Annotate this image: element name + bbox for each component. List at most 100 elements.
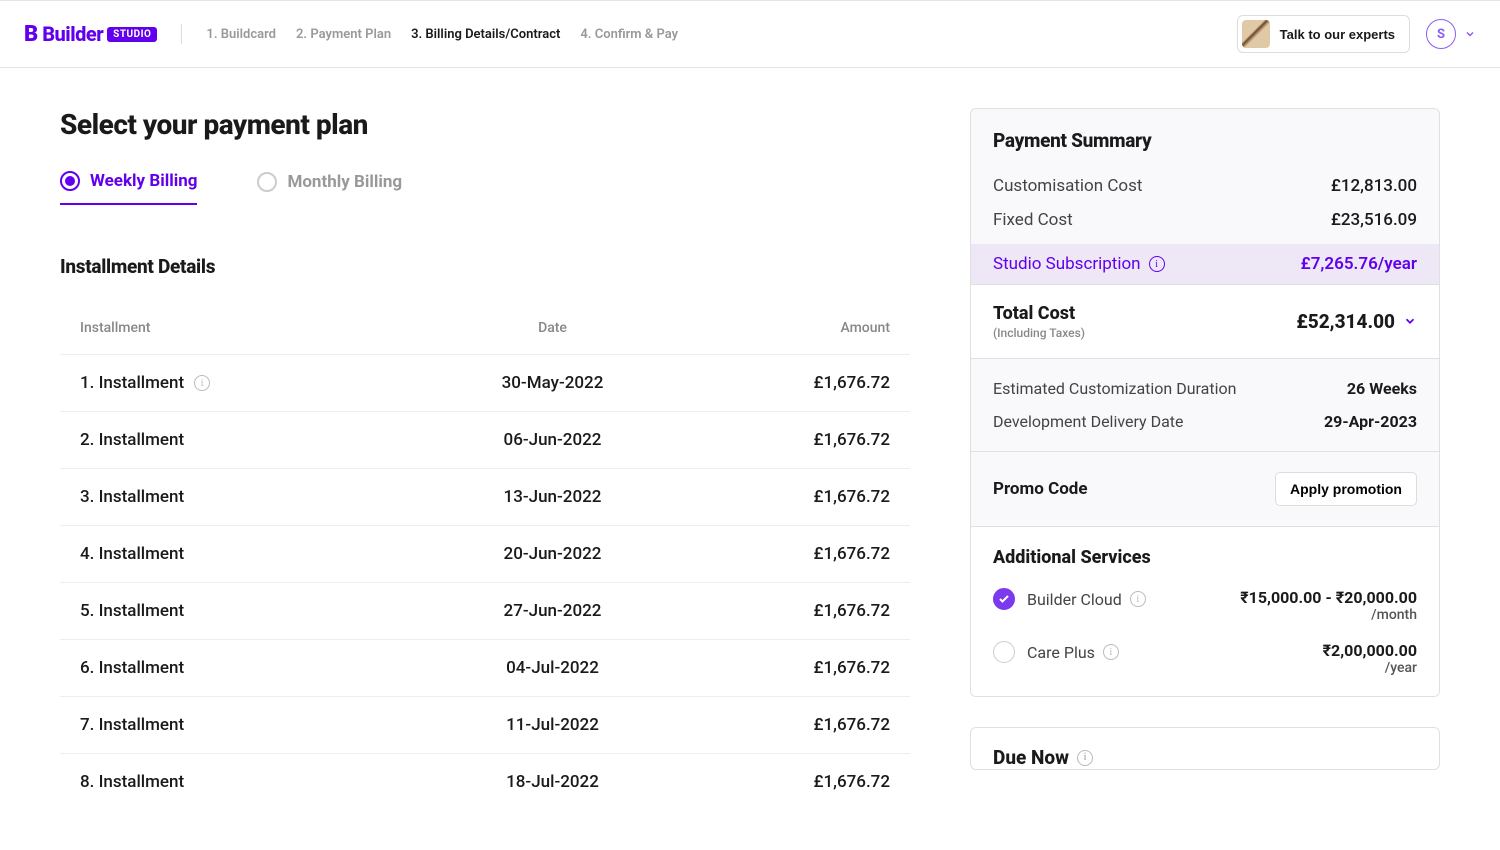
breadcrumb-step[interactable]: 1. Buildcard (206, 27, 276, 42)
cost-row: Customisation Cost £12,813.00 (993, 176, 1417, 196)
cost-value: £12,813.00 (1331, 176, 1417, 196)
service-name: Builder Cloud i (1027, 590, 1146, 609)
installment-amount: £1,676.72 (665, 715, 890, 735)
installment-table: Installment Date Amount 1. Installment i… (60, 302, 910, 810)
table-row: 2. Installment06-Jun-2022£1,676.72 (60, 411, 910, 468)
installment-date: 13-Jun-2022 (440, 487, 665, 507)
cost-row: Fixed Cost £23,516.09 (993, 210, 1417, 230)
table-row: 8. Installment18-Jul-2022£1,676.72 (60, 753, 910, 810)
total-sublabel: (Including Taxes) (993, 326, 1085, 340)
services-section: Additional Services Builder Cloud i₹15,0… (971, 526, 1439, 696)
billing-tab[interactable]: Weekly Billing (60, 171, 197, 205)
table-row: 6. Installment04-Jul-2022£1,676.72 (60, 639, 910, 696)
service-checkbox[interactable] (993, 641, 1015, 663)
talk-to-experts-button[interactable]: Talk to our experts (1237, 15, 1410, 53)
due-now-card: Due Now i (970, 727, 1440, 770)
service-period: /month (1240, 607, 1417, 623)
user-avatar[interactable]: S (1426, 19, 1456, 49)
service-row: Builder Cloud i ₹15,000.00 - ₹20,000.00/m… (993, 588, 1417, 623)
subscription-label: Studio Subscription i (993, 254, 1165, 274)
aside-column: Payment Summary Customisation Cost £12,8… (970, 108, 1440, 810)
summary-breakdown: Payment Summary Customisation Cost £12,8… (971, 109, 1439, 284)
info-icon[interactable]: i (1130, 591, 1146, 607)
divider (181, 24, 182, 44)
meta-row: Development Delivery Date 29-Apr-2023 (993, 412, 1417, 431)
services-list: Builder Cloud i ₹15,000.00 - ₹20,000.00/m… (993, 588, 1417, 676)
info-icon[interactable]: i (194, 375, 210, 391)
installment-name: 4. Installment (80, 544, 440, 564)
table-row: 3. Installment13-Jun-2022£1,676.72 (60, 468, 910, 525)
installment-name: 2. Installment (80, 430, 440, 450)
subscription-value: £7,265.76/year (1301, 254, 1417, 274)
summary-title: Payment Summary (993, 129, 1417, 152)
installment-name: 6. Installment (80, 658, 440, 678)
user-menu[interactable]: S (1426, 19, 1476, 49)
service-price: ₹15,000.00 - ₹20,000.00/month (1240, 588, 1417, 623)
info-icon[interactable]: i (1077, 750, 1093, 766)
logo[interactable]: BBuilder STUDIO (24, 22, 157, 47)
total-value: £52,314.00 (1296, 310, 1395, 333)
table-body: 1. Installment i30-May-2022£1,676.722. I… (60, 354, 910, 810)
top-header: BBuilder STUDIO 1. Buildcard 2. Payment P… (0, 0, 1500, 68)
chevron-down-icon[interactable] (1464, 25, 1476, 44)
service-row: Care Plus i₹2,00,000.00/year (993, 641, 1417, 676)
logo-badge: STUDIO (107, 27, 157, 42)
radio-icon (257, 172, 277, 192)
cost-value: £23,516.09 (1331, 210, 1417, 230)
installment-amount: £1,676.72 (665, 430, 890, 450)
page-container: Select your payment plan Weekly Billing M… (0, 68, 1500, 850)
chevron-down-icon[interactable] (1403, 310, 1417, 333)
service-checkbox[interactable] (993, 588, 1015, 610)
tab-label: Monthly Billing (287, 172, 402, 192)
breadcrumb-step[interactable]: 4. Confirm & Pay (580, 27, 678, 42)
table-row: 4. Installment20-Jun-2022£1,676.72 (60, 525, 910, 582)
installment-date: 04-Jul-2022 (440, 658, 665, 678)
table-row: 7. Installment11-Jul-2022£1,676.72 (60, 696, 910, 753)
installment-amount: £1,676.72 (665, 487, 890, 507)
service-name: Care Plus i (1027, 643, 1119, 662)
installment-date: 27-Jun-2022 (440, 601, 665, 621)
promo-label: Promo Code (993, 479, 1088, 499)
cost-label: Customisation Cost (993, 176, 1142, 196)
meta-row: Estimated Customization Duration 26 Week… (993, 379, 1417, 398)
apply-promo-button[interactable]: Apply promotion (1275, 472, 1417, 506)
col-date: Date (440, 320, 665, 336)
total-label-group: Total Cost (Including Taxes) (993, 303, 1085, 340)
installment-date: 30-May-2022 (440, 373, 665, 393)
installment-date: 18-Jul-2022 (440, 772, 665, 792)
installment-date: 20-Jun-2022 (440, 544, 665, 564)
installment-amount: £1,676.72 (665, 544, 890, 564)
breadcrumb-step[interactable]: 3. Billing Details/Contract (411, 27, 560, 42)
info-icon[interactable]: i (1149, 256, 1165, 272)
logo-brand: Builder (42, 22, 103, 46)
meta-label: Estimated Customization Duration (993, 379, 1236, 398)
breadcrumb-step[interactable]: 2. Payment Plan (296, 27, 391, 42)
installment-name: 8. Installment (80, 772, 440, 792)
installment-date: 11-Jul-2022 (440, 715, 665, 735)
subscription-row: Studio Subscription i £7,265.76/year (971, 244, 1439, 284)
installment-amount: £1,676.72 (665, 373, 890, 393)
promo-row: Promo Code Apply promotion (993, 472, 1417, 506)
billing-tabs: Weekly Billing Monthly Billing (60, 171, 910, 205)
info-icon[interactable]: i (1103, 644, 1119, 660)
meta-value: 26 Weeks (1347, 379, 1417, 398)
meta-value: 29-Apr-2023 (1324, 412, 1417, 431)
installment-name: 7. Installment (80, 715, 440, 735)
installment-title: Installment Details (60, 255, 910, 278)
installment-name: 5. Installment (80, 601, 440, 621)
total-value-group[interactable]: £52,314.00 (1296, 310, 1417, 333)
billing-tab[interactable]: Monthly Billing (257, 171, 402, 205)
radio-icon (60, 171, 80, 191)
installment-amount: £1,676.72 (665, 601, 890, 621)
tab-label: Weekly Billing (90, 171, 197, 191)
table-row: 1. Installment i30-May-2022£1,676.72 (60, 354, 910, 411)
page-title: Select your payment plan (60, 108, 910, 141)
meta-section: Estimated Customization Duration 26 Week… (971, 358, 1439, 451)
expert-avatar (1242, 20, 1270, 48)
service-left: Builder Cloud i (993, 588, 1146, 610)
main-column: Select your payment plan Weekly Billing M… (60, 108, 910, 810)
installment-name: 3. Installment (80, 487, 440, 507)
service-period: /year (1323, 660, 1417, 676)
cost-label: Fixed Cost (993, 210, 1073, 230)
header-left: BBuilder STUDIO 1. Buildcard 2. Payment P… (24, 22, 678, 47)
